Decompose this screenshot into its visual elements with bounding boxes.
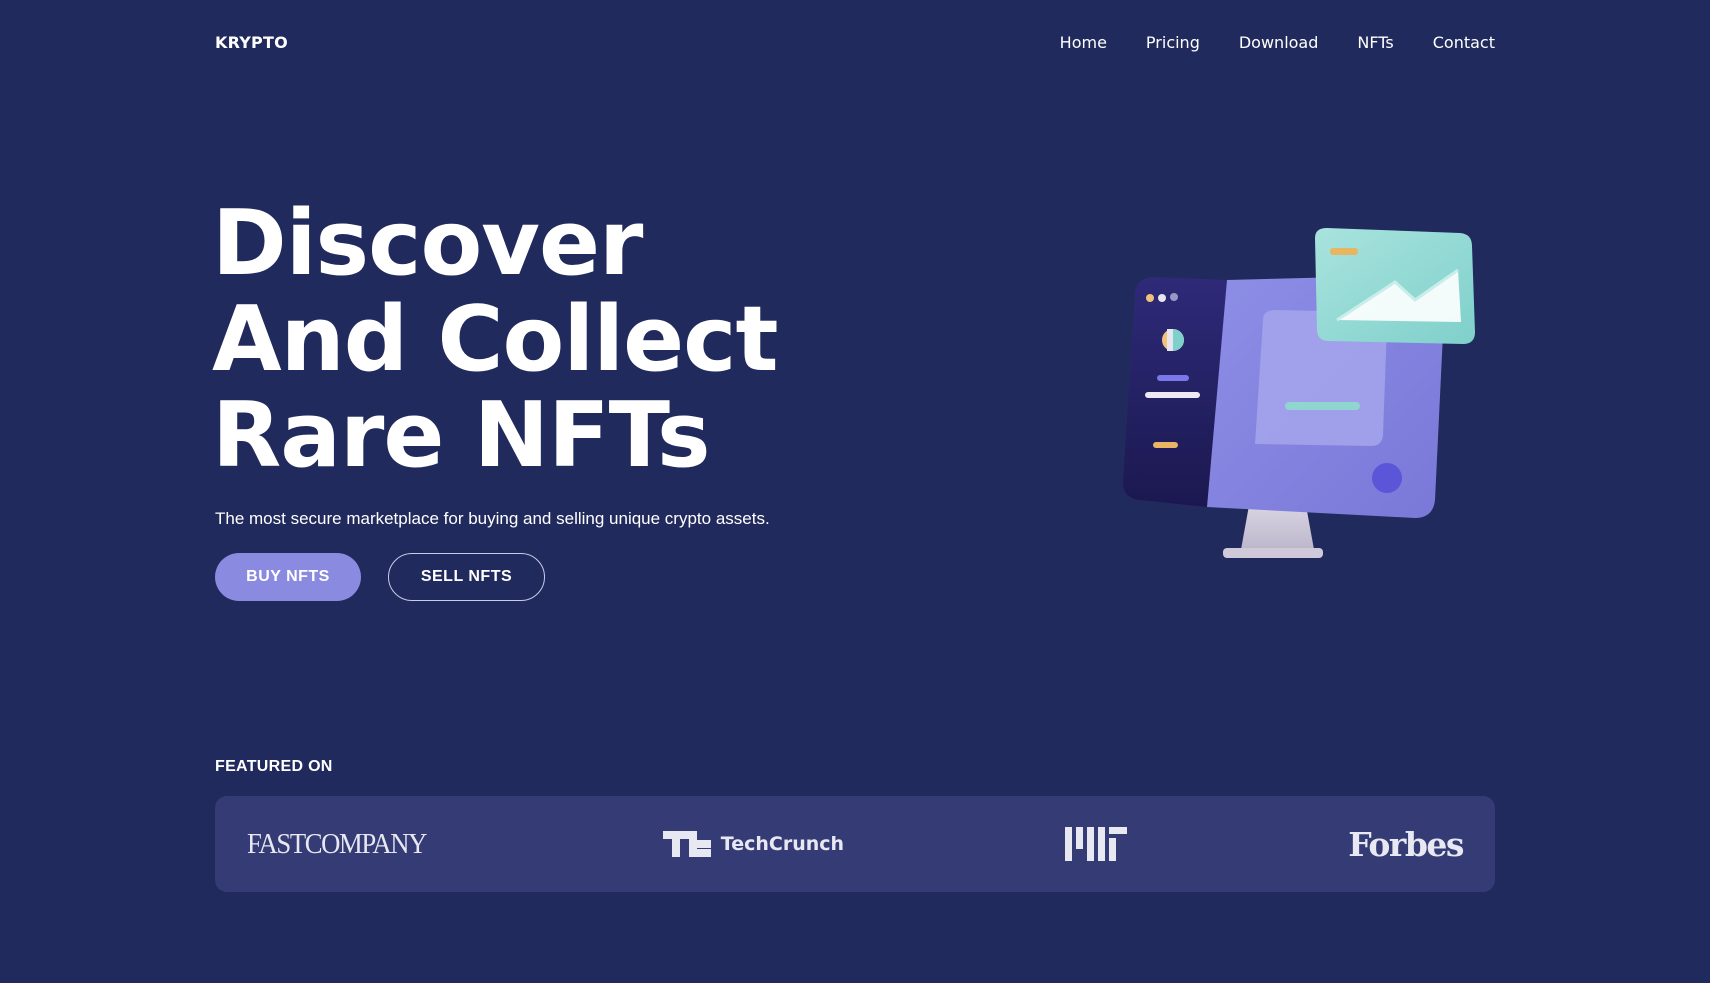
hero-subtitle: The most secure marketplace for buying a…: [215, 509, 770, 528]
fast-company-logo: FASTCOMPANY: [247, 827, 427, 861]
nav-home[interactable]: Home: [1060, 33, 1107, 52]
nav-download[interactable]: Download: [1239, 33, 1319, 52]
sell-nfts-button[interactable]: SELL NFTS: [388, 553, 545, 601]
techcrunch-logo: TechCrunch: [662, 831, 845, 857]
fast-company-logo-text: FASTCOMPANY: [247, 827, 427, 860]
forbes-logo-text: Forbes: [1348, 824, 1464, 864]
site-header: KRYPTO Home Pricing Download NFTs Contac…: [215, 0, 1495, 84]
computer-monitor-illustration: [1115, 220, 1485, 580]
nav-nfts[interactable]: NFTs: [1357, 33, 1393, 52]
main-nav: Home Pricing Download NFTs Contact: [1060, 33, 1495, 52]
featured-logos-bar: FASTCOMPANY TechCrunch Forbes: [215, 796, 1495, 892]
hero-title: Discover And Collect Rare NFTs: [212, 196, 912, 484]
forbes-logo: Forbes: [1348, 824, 1464, 864]
hero-title-line-1: Discover: [212, 191, 643, 296]
nav-pricing[interactable]: Pricing: [1146, 33, 1200, 52]
hero-title-line-2: And Collect: [212, 287, 778, 392]
techcrunch-mark-icon: [662, 831, 711, 857]
landing-page: KRYPTO Home Pricing Download NFTs Contac…: [0, 0, 1710, 983]
buy-nfts-button[interactable]: BUY NFTS: [215, 553, 361, 601]
brand-logo[interactable]: KRYPTO: [215, 33, 288, 52]
hero-title-line-3: Rare NFTs: [212, 383, 711, 488]
featured-on-label: FEATURED ON: [215, 758, 333, 775]
mit-logo-icon: [1065, 827, 1128, 861]
mit-logo: [1065, 827, 1128, 861]
techcrunch-logo-text: TechCrunch: [720, 833, 845, 855]
nav-contact[interactable]: Contact: [1433, 33, 1495, 52]
